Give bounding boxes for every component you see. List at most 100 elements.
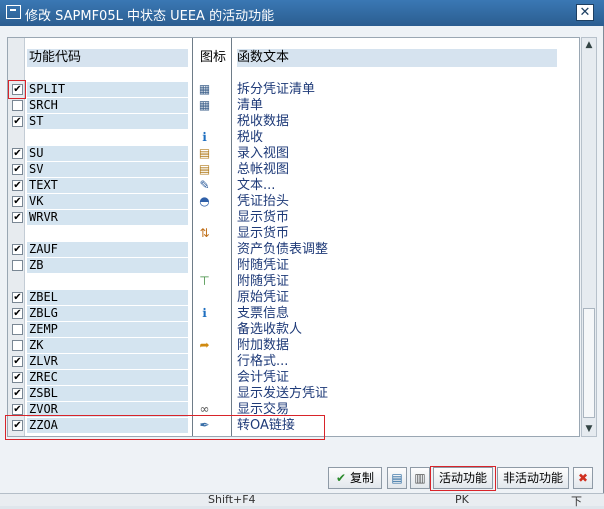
column-header-icon[interactable]: 图标	[200, 50, 226, 66]
function-code-cell[interactable]: SU	[27, 146, 188, 161]
table-row[interactable]: ✔ ZREC 会计凭证	[8, 370, 579, 386]
scroll-up-icon[interactable]: ▲	[582, 38, 596, 52]
table-row[interactable]: ✔ ZLVR 行格式...	[8, 354, 579, 370]
table-row[interactable]: ⇅ 显示货币	[8, 226, 579, 242]
function-icon-cell: ⊤	[197, 274, 212, 289]
deactivate-button[interactable]: 非活动功能	[497, 467, 569, 489]
row-checkbox[interactable]: ✔	[12, 404, 23, 415]
cancel-icon[interactable]: ✖	[573, 467, 593, 489]
window-title: 修改 SAPMF05L 中状态 UEEA 的活动功能	[25, 9, 275, 24]
column-header-code[interactable]: 功能代码	[29, 50, 81, 66]
function-text-cell: 税收数据	[237, 114, 290, 129]
row-checkbox[interactable]: ✔	[12, 388, 23, 399]
function-text-cell: 会计凭证	[237, 370, 290, 385]
header-icon: ◓	[199, 194, 210, 208]
vertical-scrollbar[interactable]: ▲ ▼	[581, 37, 597, 437]
row-checkbox[interactable]: ✔	[12, 244, 23, 255]
function-code-cell[interactable]: ST	[27, 114, 188, 129]
row-checkbox[interactable]: ✔	[12, 116, 23, 127]
table-row[interactable]: ✔ VK ◓ 凭证抬头	[8, 194, 579, 210]
highlight-first-checkbox	[8, 80, 26, 99]
table-row[interactable]: SRCH ▦ 清单	[8, 98, 579, 114]
table-row[interactable]: ✔ ZBEL 原始凭证	[8, 290, 579, 306]
function-text-cell: 税收	[237, 130, 264, 145]
table-row[interactable]: ZB 附随凭证	[8, 258, 579, 274]
function-text-cell: 拆分凭证清单	[237, 82, 316, 97]
function-code-cell[interactable]: ZBLG	[27, 306, 188, 321]
function-code-cell[interactable]: ZREC	[27, 370, 188, 385]
activate-functions-dialog: 修改 SAPMF05L 中状态 UEEA 的活动功能 ✕ 功能代码 图标 函数文…	[0, 0, 604, 508]
background-shortcut-text: Shift+F4	[208, 493, 256, 506]
table-row[interactable]: ✔ ZAUF 资产负债表调整	[8, 242, 579, 258]
background-pk-text: PK	[455, 493, 469, 506]
table-row[interactable]: ✔ SU ▤ 录入视图	[8, 146, 579, 162]
function-code-cell[interactable]: WRVR	[27, 210, 188, 225]
function-code-cell[interactable]: ZEMP	[27, 322, 188, 337]
table-row[interactable]: ⊤ 附随凭证	[8, 274, 579, 290]
function-code-cell[interactable]: SV	[27, 162, 188, 177]
function-icon-cell: ✎	[197, 178, 212, 193]
deselect-all-button[interactable]: ▥	[410, 467, 430, 489]
function-text-cell: 资产负债表调整	[237, 242, 329, 257]
function-icon-cell: ⇅	[197, 226, 212, 241]
edit-text-icon: ✎	[199, 178, 210, 192]
row-checkbox[interactable]	[12, 260, 23, 271]
table-row[interactable]: ✔ WRVR 显示货币	[8, 210, 579, 226]
row-checkbox[interactable]: ✔	[12, 356, 23, 367]
grid-icon: ▦	[198, 82, 211, 96]
function-text-cell: 凭证抬头	[237, 194, 290, 209]
function-code-cell[interactable]: ZAUF	[27, 242, 188, 257]
row-checkbox[interactable]	[12, 340, 23, 351]
table-row[interactable]: ZK ➦ 附加数据	[8, 338, 579, 354]
row-checkbox[interactable]	[12, 100, 23, 111]
column-header-text[interactable]: 函数文本	[237, 50, 289, 66]
table-row[interactable]: ✔ TEXT ✎ 文本...	[8, 178, 579, 194]
function-icon-cell: ➦	[197, 338, 212, 353]
grid-icon: ▦	[198, 98, 211, 112]
function-code-cell[interactable]: ZLVR	[27, 354, 188, 369]
row-checkbox[interactable]: ✔	[12, 148, 23, 159]
currency-icon: ⇅	[199, 226, 210, 240]
row-checkbox[interactable]	[12, 324, 23, 335]
function-text-cell: 原始凭证	[237, 290, 290, 305]
row-checkbox[interactable]: ✔	[12, 292, 23, 303]
forward-icon: ➦	[199, 338, 210, 352]
select-all-icon: ▤	[391, 471, 403, 485]
row-checkbox[interactable]: ✔	[12, 196, 23, 207]
function-code-cell[interactable]: SPLIT	[27, 82, 188, 97]
select-all-button[interactable]: ▤	[387, 467, 407, 489]
table-row[interactable]: ✔ ZBLG ℹ 支票信息	[8, 306, 579, 322]
window-close-button[interactable]: ✕	[576, 4, 594, 21]
function-code-cell[interactable]: TEXT	[27, 178, 188, 193]
scroll-down-icon[interactable]: ▼	[582, 422, 596, 436]
row-checkbox[interactable]: ✔	[12, 164, 23, 175]
row-checkbox[interactable]: ✔	[12, 212, 23, 223]
background-app-strip: Shift+F4 PK 下	[0, 493, 604, 508]
row-checkbox[interactable]: ✔	[12, 372, 23, 383]
table-row[interactable]: ZEMP 备选收款人	[8, 322, 579, 338]
function-icon-cell: ▦	[197, 98, 212, 113]
function-code-cell[interactable]: VK	[27, 194, 188, 209]
table-row[interactable]: ✔ ZSBL 显示发送方凭证	[8, 386, 579, 402]
overview-icon: ▤	[198, 146, 211, 160]
function-code-cell[interactable]: SRCH	[27, 98, 188, 113]
function-text-cell: 显示货币	[237, 210, 290, 225]
function-text-cell: 显示货币	[237, 226, 290, 241]
function-code-cell[interactable]: ZSBL	[27, 386, 188, 401]
table-row[interactable]: ℹ 税收	[8, 130, 579, 146]
table-row[interactable]: ✔ SV ▤ 总帐视图	[8, 162, 579, 178]
row-checkbox[interactable]: ✔	[12, 308, 23, 319]
function-text-cell: 显示发送方凭证	[237, 386, 329, 401]
function-icon-cell: ℹ	[197, 306, 212, 321]
copy-button[interactable]: ✔ 复制	[328, 467, 382, 489]
scroll-thumb[interactable]	[583, 308, 595, 418]
function-code-cell[interactable]: ZBEL	[27, 290, 188, 305]
function-icon-cell: ▦	[197, 82, 212, 97]
function-code-cell[interactable]: ZK	[27, 338, 188, 353]
table-row[interactable]: ✔ ST 税收数据	[8, 114, 579, 130]
highlight-zzoa-row	[5, 415, 325, 440]
table-row[interactable]: ✔ SPLIT ▦ 拆分凭证清单	[8, 82, 579, 98]
function-code-cell[interactable]: ZB	[27, 258, 188, 273]
title-bar[interactable]: 修改 SAPMF05L 中状态 UEEA 的活动功能 ✕	[0, 0, 604, 26]
row-checkbox[interactable]: ✔	[12, 180, 23, 191]
